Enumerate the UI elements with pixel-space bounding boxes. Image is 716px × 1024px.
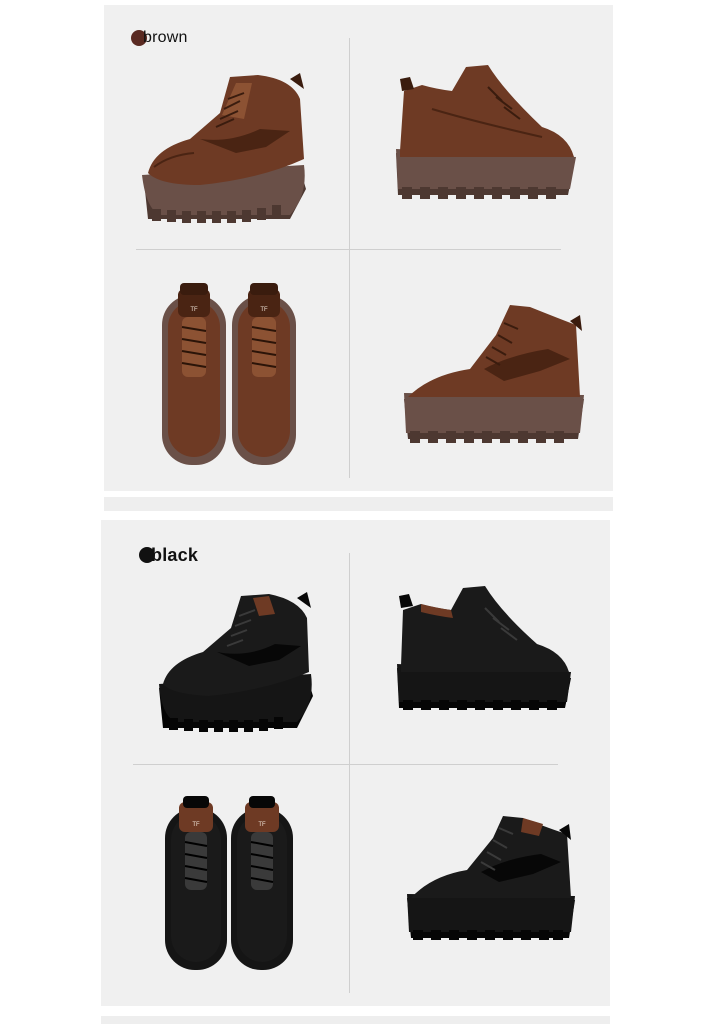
- divider-vertical: [349, 38, 350, 478]
- panel-separator: [101, 1016, 610, 1024]
- color-name: black: [151, 544, 199, 565]
- color-name: brown: [143, 29, 188, 46]
- shoe-image-top-pair: TF TF: [162, 283, 296, 465]
- shoe-image-three-quarter: [142, 73, 306, 223]
- color-label-brown: brown: [131, 27, 188, 49]
- svg-text:TF: TF: [258, 822, 266, 828]
- product-panel-black: black TF TF: [101, 520, 610, 1006]
- panel-separator: [104, 497, 613, 511]
- divider-vertical: [349, 553, 350, 993]
- shoe-image-side-profile: [407, 816, 575, 940]
- shoe-image-top-pair: TF TF: [165, 796, 293, 970]
- color-label-black: black: [139, 544, 198, 566]
- svg-text:TF: TF: [260, 307, 268, 313]
- divider-horizontal: [136, 249, 561, 250]
- product-panel-brown: brown TF TF: [104, 5, 613, 491]
- shoe-image-side: [396, 65, 576, 199]
- svg-text:TF: TF: [190, 307, 198, 313]
- svg-text:TF: TF: [192, 822, 200, 828]
- divider-horizontal: [133, 764, 558, 765]
- shoe-image-side-profile: [404, 305, 584, 443]
- shoe-image-side: [397, 586, 571, 710]
- shoe-image-three-quarter: [159, 592, 313, 732]
